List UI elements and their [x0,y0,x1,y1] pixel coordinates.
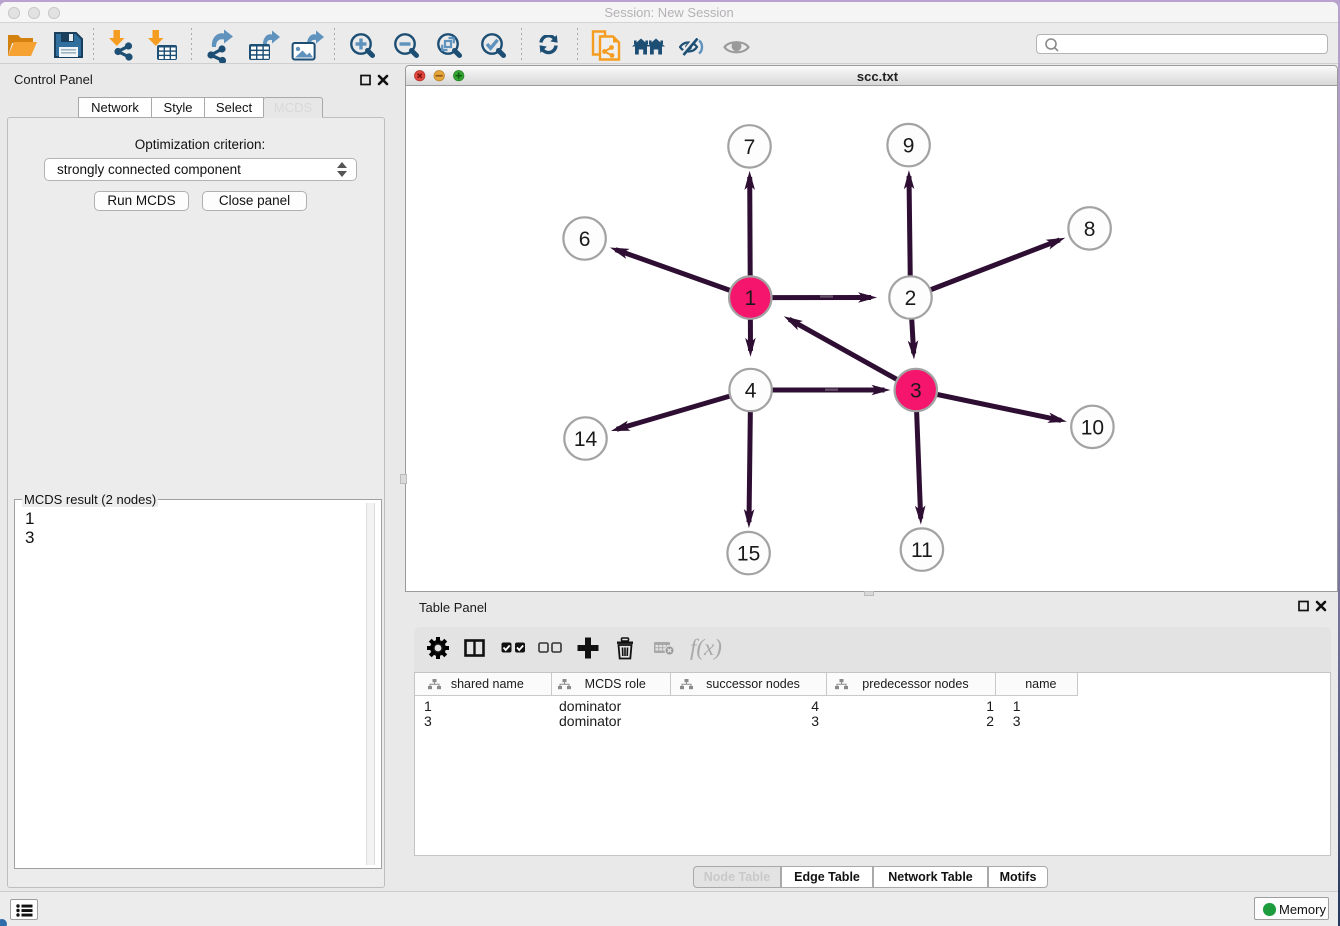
svg-text:14: 14 [574,428,598,451]
svg-text:3: 3 [910,380,922,403]
svg-text:10: 10 [1081,416,1104,439]
svg-text:9: 9 [903,135,915,158]
svg-text:8: 8 [1084,218,1096,241]
svg-text:11: 11 [911,539,933,562]
svg-text:2: 2 [905,287,917,310]
svg-text:6: 6 [579,228,591,251]
svg-text:4: 4 [745,380,757,403]
svg-text:7: 7 [744,136,756,159]
svg-text:1: 1 [744,287,756,310]
svg-text:15: 15 [737,543,760,566]
